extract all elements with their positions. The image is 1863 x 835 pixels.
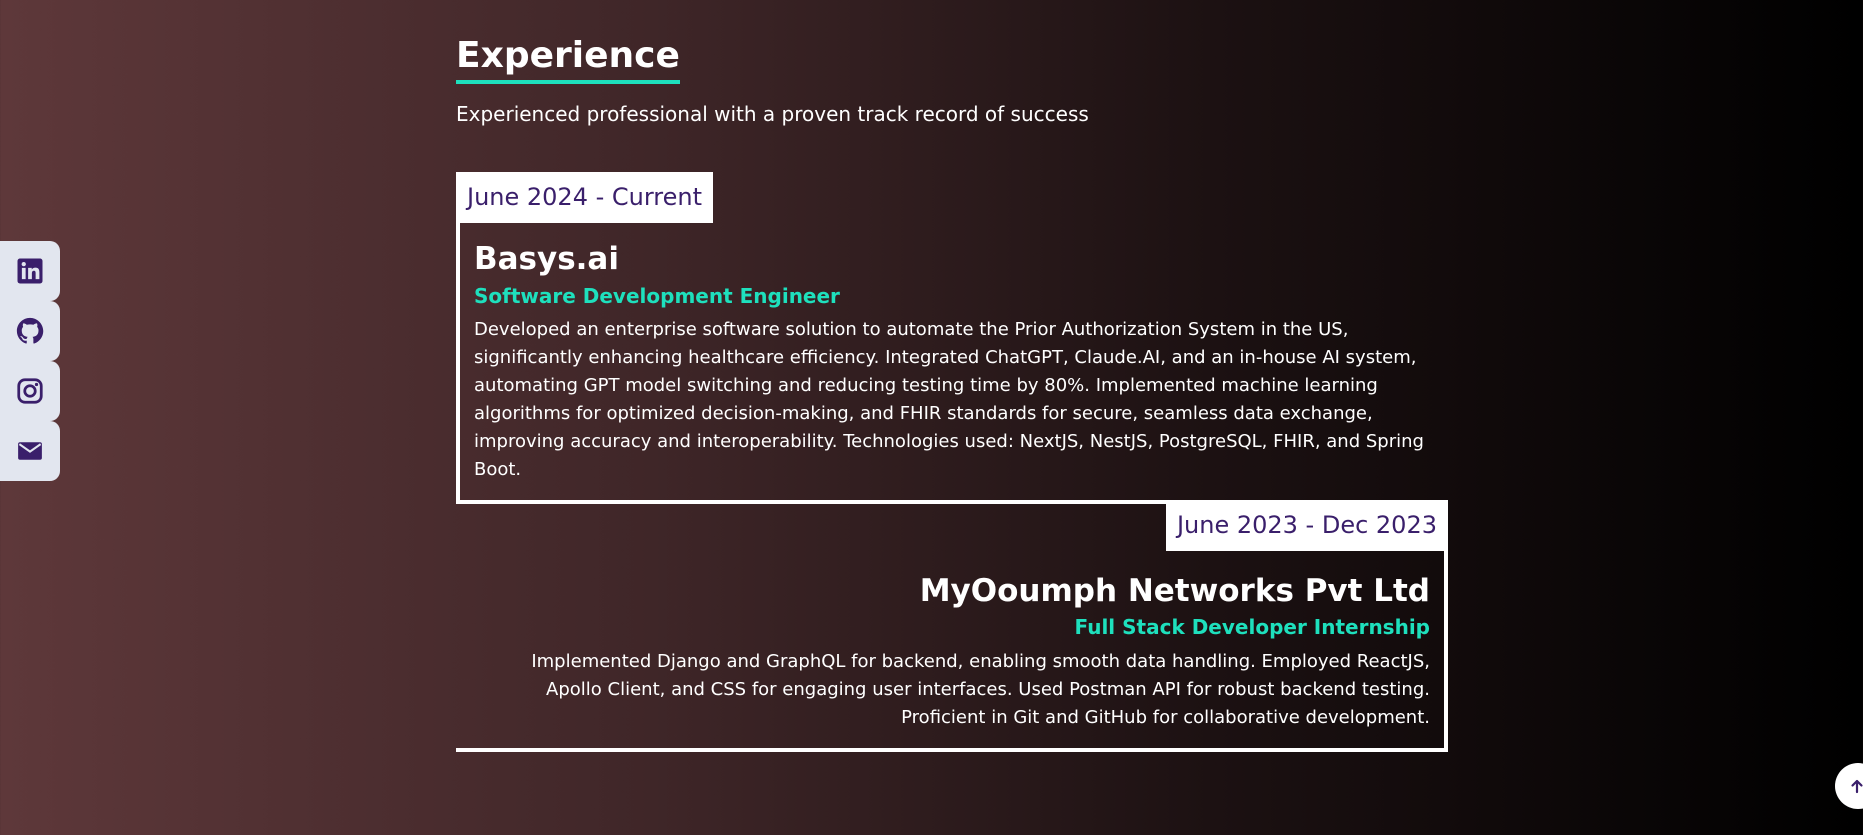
entry-description: Developed an enterprise software solutio…	[474, 319, 1424, 480]
entry-role: Software Development Engineer	[474, 284, 840, 308]
scroll-to-top-button[interactable]	[1835, 763, 1863, 809]
entry-date: June 2024 - Current	[456, 172, 714, 223]
entry-company: Basys.ai	[474, 241, 619, 277]
experience-entry-myooumph: June 2023 - Dec 2023 MyOoumph Networks P…	[456, 500, 1448, 752]
mail-icon	[18, 442, 42, 460]
entry-date: June 2023 - Dec 2023	[1165, 500, 1448, 551]
social-sidebar	[0, 241, 60, 481]
entry-company: MyOoumph Networks Pvt Ltd	[919, 573, 1430, 609]
section-heading: Experience	[456, 34, 680, 84]
entry-role: Full Stack Developer Internship	[1074, 615, 1430, 639]
linkedin-link[interactable]	[0, 241, 60, 301]
entry-description: Implemented Django and GraphQL for backe…	[531, 651, 1430, 728]
linkedin-icon	[17, 258, 43, 284]
arrow-up-icon	[1851, 779, 1863, 794]
instagram-link[interactable]	[0, 361, 60, 421]
section-subtitle: Experienced professional with a proven t…	[456, 102, 1089, 126]
github-link[interactable]	[0, 301, 60, 361]
experience-entry-basys: June 2024 - Current Basys.ai Software De…	[456, 172, 1448, 504]
instagram-icon	[17, 378, 43, 404]
github-icon	[16, 317, 44, 344]
mail-link[interactable]	[0, 421, 60, 481]
